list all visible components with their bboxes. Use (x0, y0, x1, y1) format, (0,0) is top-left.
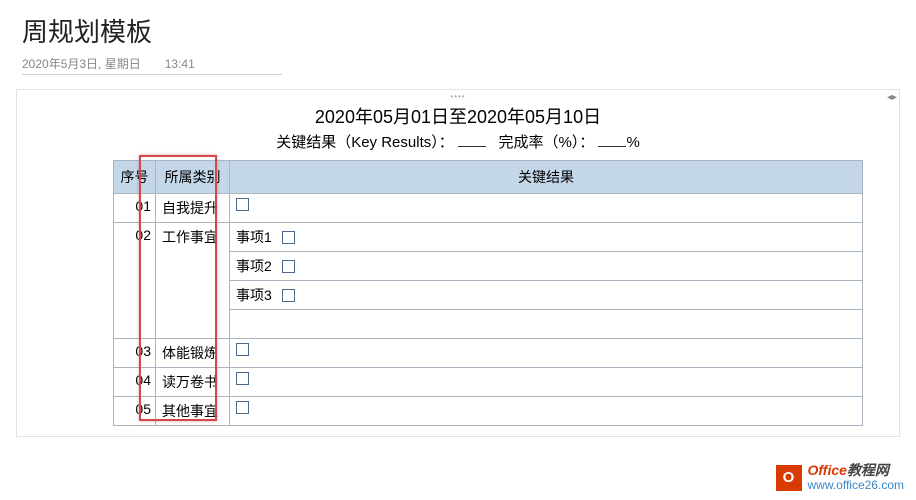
plan-table: 序号 所属类别 关键结果 01自我提升02工作事宜事项1 事项2 事项3 03体能锻炼… (113, 160, 863, 426)
col-header-index: 序号 (114, 161, 156, 194)
checkbox-icon[interactable] (282, 289, 295, 302)
row-index: 02 (114, 223, 156, 339)
page-date: 2020年5月3日, 星期日 (22, 55, 141, 72)
item-label: 事项1 (236, 227, 276, 247)
row-category: 工作事宜 (156, 223, 230, 339)
row-result-cell[interactable]: 事项1 事项2 事项3 (230, 223, 863, 339)
row-result-cell[interactable] (230, 397, 863, 426)
completion-value-blank[interactable] (598, 133, 626, 147)
checkbox-icon[interactable] (236, 343, 249, 356)
row-result-cell[interactable] (230, 368, 863, 397)
kr-summary-line: 关键结果（Key Results）： 完成率（%）： % (17, 131, 899, 152)
table-row: 05其他事宜 (114, 397, 863, 426)
completion-suffix: % (626, 134, 639, 151)
watermark-brand: Office (808, 462, 847, 478)
date-range-heading: 2020年05月01日至2020年05月10日 (17, 103, 899, 129)
page-time: 13:41 (165, 57, 195, 71)
table-row: 04读万卷书 (114, 368, 863, 397)
table-row: 01自我提升 (114, 194, 863, 223)
row-index: 01 (114, 194, 156, 223)
office-logo-icon: O (776, 465, 802, 491)
item-label: 事项2 (236, 256, 276, 276)
watermark: O Office教程网 www.office26.com (776, 463, 905, 492)
row-category: 读万卷书 (156, 368, 230, 397)
checkbox-icon[interactable] (236, 401, 249, 414)
row-category: 其他事宜 (156, 397, 230, 426)
checkbox-icon[interactable] (282, 260, 295, 273)
checkbox-icon[interactable] (236, 198, 249, 211)
row-result-cell[interactable] (230, 339, 863, 368)
col-header-category: 所属类别 (156, 161, 230, 194)
row-category: 自我提升 (156, 194, 230, 223)
row-index: 03 (114, 339, 156, 368)
row-index: 04 (114, 368, 156, 397)
row-index: 05 (114, 397, 156, 426)
checkbox-icon[interactable] (236, 372, 249, 385)
content-panel: •••• ◂▸ 2020年05月01日至2020年05月10日 关键结果（Key… (16, 89, 900, 437)
page-title[interactable]: 周规划模板 (22, 12, 894, 49)
table-row: 02工作事宜事项1 事项2 事项3 (114, 223, 863, 339)
row-category: 体能锻炼 (156, 339, 230, 368)
checkbox-icon[interactable] (282, 231, 295, 244)
table-row: 03体能锻炼 (114, 339, 863, 368)
watermark-url: www.office26.com (808, 479, 905, 492)
item-label: 事项3 (236, 285, 276, 305)
row-result-cell[interactable] (230, 194, 863, 223)
kr-label: 关键结果（Key Results）： (276, 134, 454, 151)
col-header-result: 关键结果 (230, 161, 863, 194)
completion-label: 完成率（%）： (498, 134, 594, 151)
scroll-right-icon[interactable]: ◂▸ (887, 92, 897, 103)
kr-value-blank[interactable] (458, 133, 486, 147)
watermark-rest: 教程网 (847, 462, 889, 478)
drag-grip-icon[interactable]: •••• (17, 92, 899, 101)
